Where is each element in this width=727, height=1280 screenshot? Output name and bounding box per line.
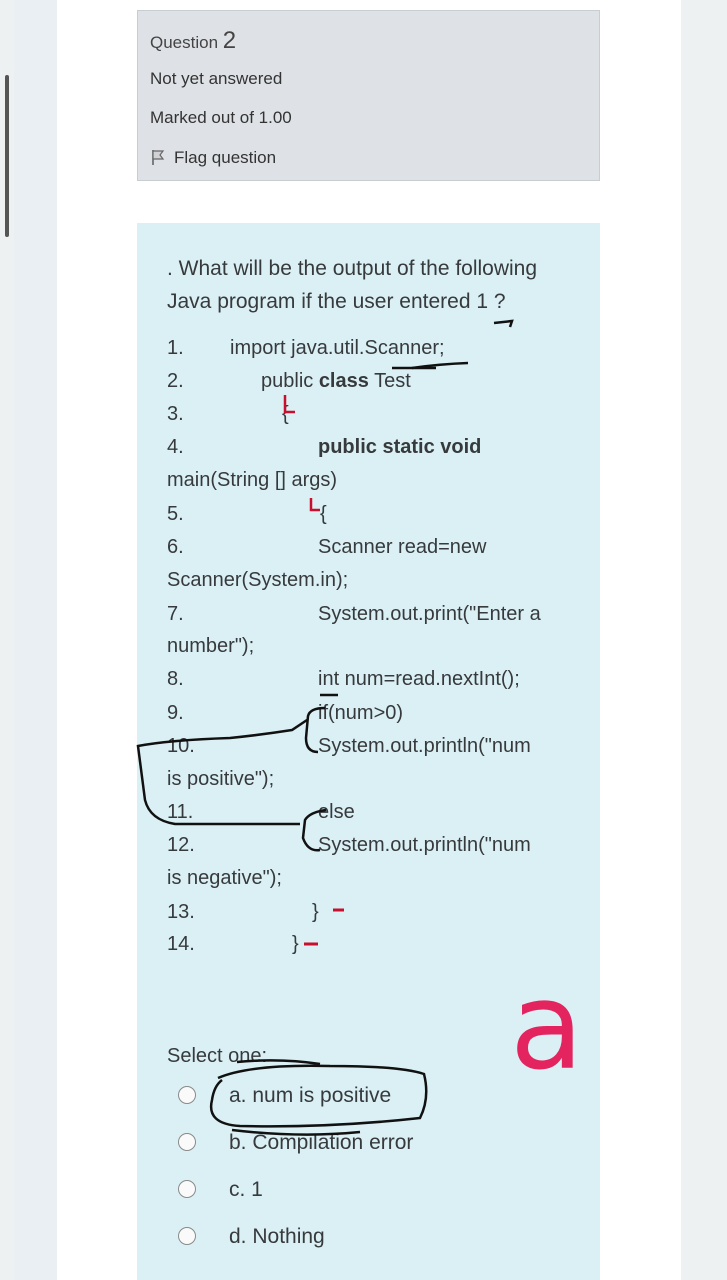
question-number: Question 2	[150, 27, 237, 54]
code-line-number: 3.	[167, 403, 184, 425]
code-line-text: {	[282, 403, 289, 425]
select-one-prompt: Select one:	[167, 1045, 268, 1067]
option-c-radio[interactable]	[178, 1180, 196, 1198]
question-state: Not yet answered	[150, 69, 283, 88]
code-line-continuation: number");	[167, 635, 255, 657]
code-line-number: 11.	[167, 801, 194, 823]
option-a-radio[interactable]	[178, 1086, 196, 1104]
code-line-text: System.out.println("num	[318, 834, 531, 856]
code-line-number: 4.	[167, 436, 184, 458]
option-d-label[interactable]: d. Nothing	[229, 1225, 325, 1249]
code-line-text: System.out.println("num	[318, 735, 531, 757]
code-line-number: 5.	[167, 503, 184, 525]
code-line-continuation: main(String [] args)	[167, 469, 338, 491]
scrollbar-thumb[interactable]	[5, 75, 9, 237]
question-text-line-1: . What will be the output of the followi…	[167, 257, 538, 280]
flag-icon	[152, 150, 165, 165]
flag-question-link[interactable]: Flag question	[150, 148, 276, 168]
scrollbar-track[interactable]	[0, 0, 14, 1280]
code-line-number: 6.	[167, 536, 184, 558]
code-line-number: 1.	[167, 337, 184, 359]
question-text-line-2: Java program if the user entered 1 ?	[167, 290, 506, 313]
page-gutter	[681, 0, 727, 1280]
code-line-text: else	[318, 801, 355, 823]
code-line-number: 2.	[167, 370, 184, 392]
code-line-number: 10.	[167, 735, 195, 757]
code-line-text: if(num>0)	[318, 702, 404, 724]
option-c-label[interactable]: c. 1	[229, 1178, 263, 1202]
code-line-text: int num=read.nextInt();	[318, 668, 520, 690]
code-line-number: 13.	[167, 901, 195, 923]
option-d-radio[interactable]	[178, 1227, 196, 1245]
option-a-label[interactable]: a. num is positive	[229, 1084, 391, 1108]
option-b-label[interactable]: b. Compilation error	[229, 1131, 413, 1155]
code-line-continuation: Scanner(System.in);	[167, 569, 349, 591]
code-line-text: }	[312, 901, 319, 923]
code-line-text: import java.util.Scanner;	[230, 337, 445, 359]
code-line-text: public class Test	[261, 370, 411, 392]
question-marks: Marked out of 1.00	[150, 108, 292, 127]
code-line-text: Scanner read=new	[318, 536, 487, 558]
flag-question-label: Flag question	[174, 148, 277, 167]
code-line-number: 9.	[167, 702, 184, 724]
code-line-number: 14.	[167, 933, 195, 955]
code-line-text: public static void	[318, 436, 482, 458]
code-line-text: {	[320, 503, 327, 525]
question-content: . What will be the output of the followi…	[137, 223, 600, 1280]
code-line-number: 12.	[167, 834, 195, 856]
code-line-text: }	[292, 933, 299, 955]
option-b-radio[interactable]	[178, 1133, 196, 1151]
code-line-continuation: is negative");	[167, 867, 282, 889]
code-line-number: 8.	[167, 668, 184, 690]
code-line-continuation: is positive");	[167, 768, 275, 790]
question-info-panel: Question 2 Not yet answered Marked out o…	[137, 10, 600, 181]
code-line-text: System.out.print("Enter a	[318, 603, 541, 625]
code-line-number: 7.	[167, 603, 184, 625]
handwritten-answer-letter: a	[510, 958, 584, 1097]
